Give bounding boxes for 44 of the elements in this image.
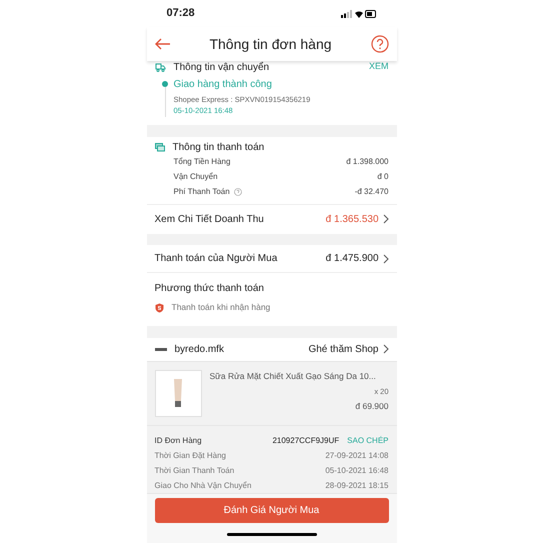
payment-label: Tổng Tiền Hàng — [174, 156, 230, 168]
status-time: 07:28 — [166, 6, 195, 22]
visit-shop-link[interactable]: Ghé thăm Shop — [308, 342, 388, 357]
detail-label: Thời Gian Thanh Toán — [154, 464, 234, 477]
chevron-right-icon — [382, 344, 388, 354]
payment-method: Thanh toán khi nhận hàng — [172, 301, 270, 314]
question-icon[interactable] — [234, 188, 242, 196]
shop-logo-icon — [154, 348, 166, 351]
payment-info-title: Thông tin thanh toán — [172, 141, 264, 156]
truck-icon — [154, 62, 166, 72]
buyer-payment-value: đ 1.475.900 — [326, 252, 378, 266]
revenue-label: Xem Chi Tiết Doanh Thu — [154, 212, 264, 227]
help-icon[interactable] — [370, 35, 388, 54]
detail-value: 210927CCF9J9UF — [272, 435, 340, 448]
product-price: đ 69.900 — [355, 400, 388, 413]
product-name: Sữa Rửa Mặt Chiết Xuất Gạo Sáng Da 10... — [210, 370, 376, 383]
chevron-right-icon — [382, 254, 388, 264]
shield-icon — [154, 302, 164, 313]
chevron-right-icon — [382, 214, 388, 224]
revenue-value: đ 1.365.530 — [326, 212, 378, 227]
detail-label: Thời Gian Đặt Hàng — [154, 450, 226, 462]
detail-value: 05-10-2021 16:48 — [325, 464, 388, 477]
payment-icon — [154, 143, 164, 152]
payment-method-title: Phương thức thanh toán — [154, 282, 265, 296]
payment-value: đ 0 — [377, 171, 388, 184]
revenue-row[interactable]: Xem Chi Tiết Doanh Thu đ 1.365.530 — [146, 204, 396, 234]
detail-label: Giao Cho Nhà Vận Chuyển — [154, 480, 252, 492]
buyer-payment-label: Thanh toán của Người Mua — [154, 252, 278, 266]
shipping-title: Thông tin vận chuyển — [174, 60, 270, 75]
shop-name: byredo.mfk — [174, 342, 224, 357]
delivery-status: Giao hàng thành công — [174, 78, 273, 92]
back-arrow-icon[interactable] — [154, 38, 170, 50]
page-title: Thông tin đơn hàng — [209, 34, 332, 54]
payment-label: Phí Thanh Toán — [174, 186, 230, 198]
payment-label: Vận Chuyển — [174, 171, 218, 184]
tube-drawing — [174, 379, 182, 408]
rate-buyer-button[interactable]: Đánh Giá Người Mua — [154, 498, 388, 523]
payment-value: đ 1.398.000 — [346, 156, 388, 168]
status-icons — [340, 10, 376, 18]
detail-label: ID Đơn Hàng — [154, 435, 202, 448]
payment-value: -đ 32.470 — [354, 186, 388, 198]
detail-value: 28-09-2021 18:15 — [325, 480, 388, 492]
buyer-payment-row[interactable]: Thanh toán của Người Mua đ 1.475.900 — [146, 245, 396, 274]
detail-value: 27-09-2021 14:08 — [325, 450, 388, 462]
